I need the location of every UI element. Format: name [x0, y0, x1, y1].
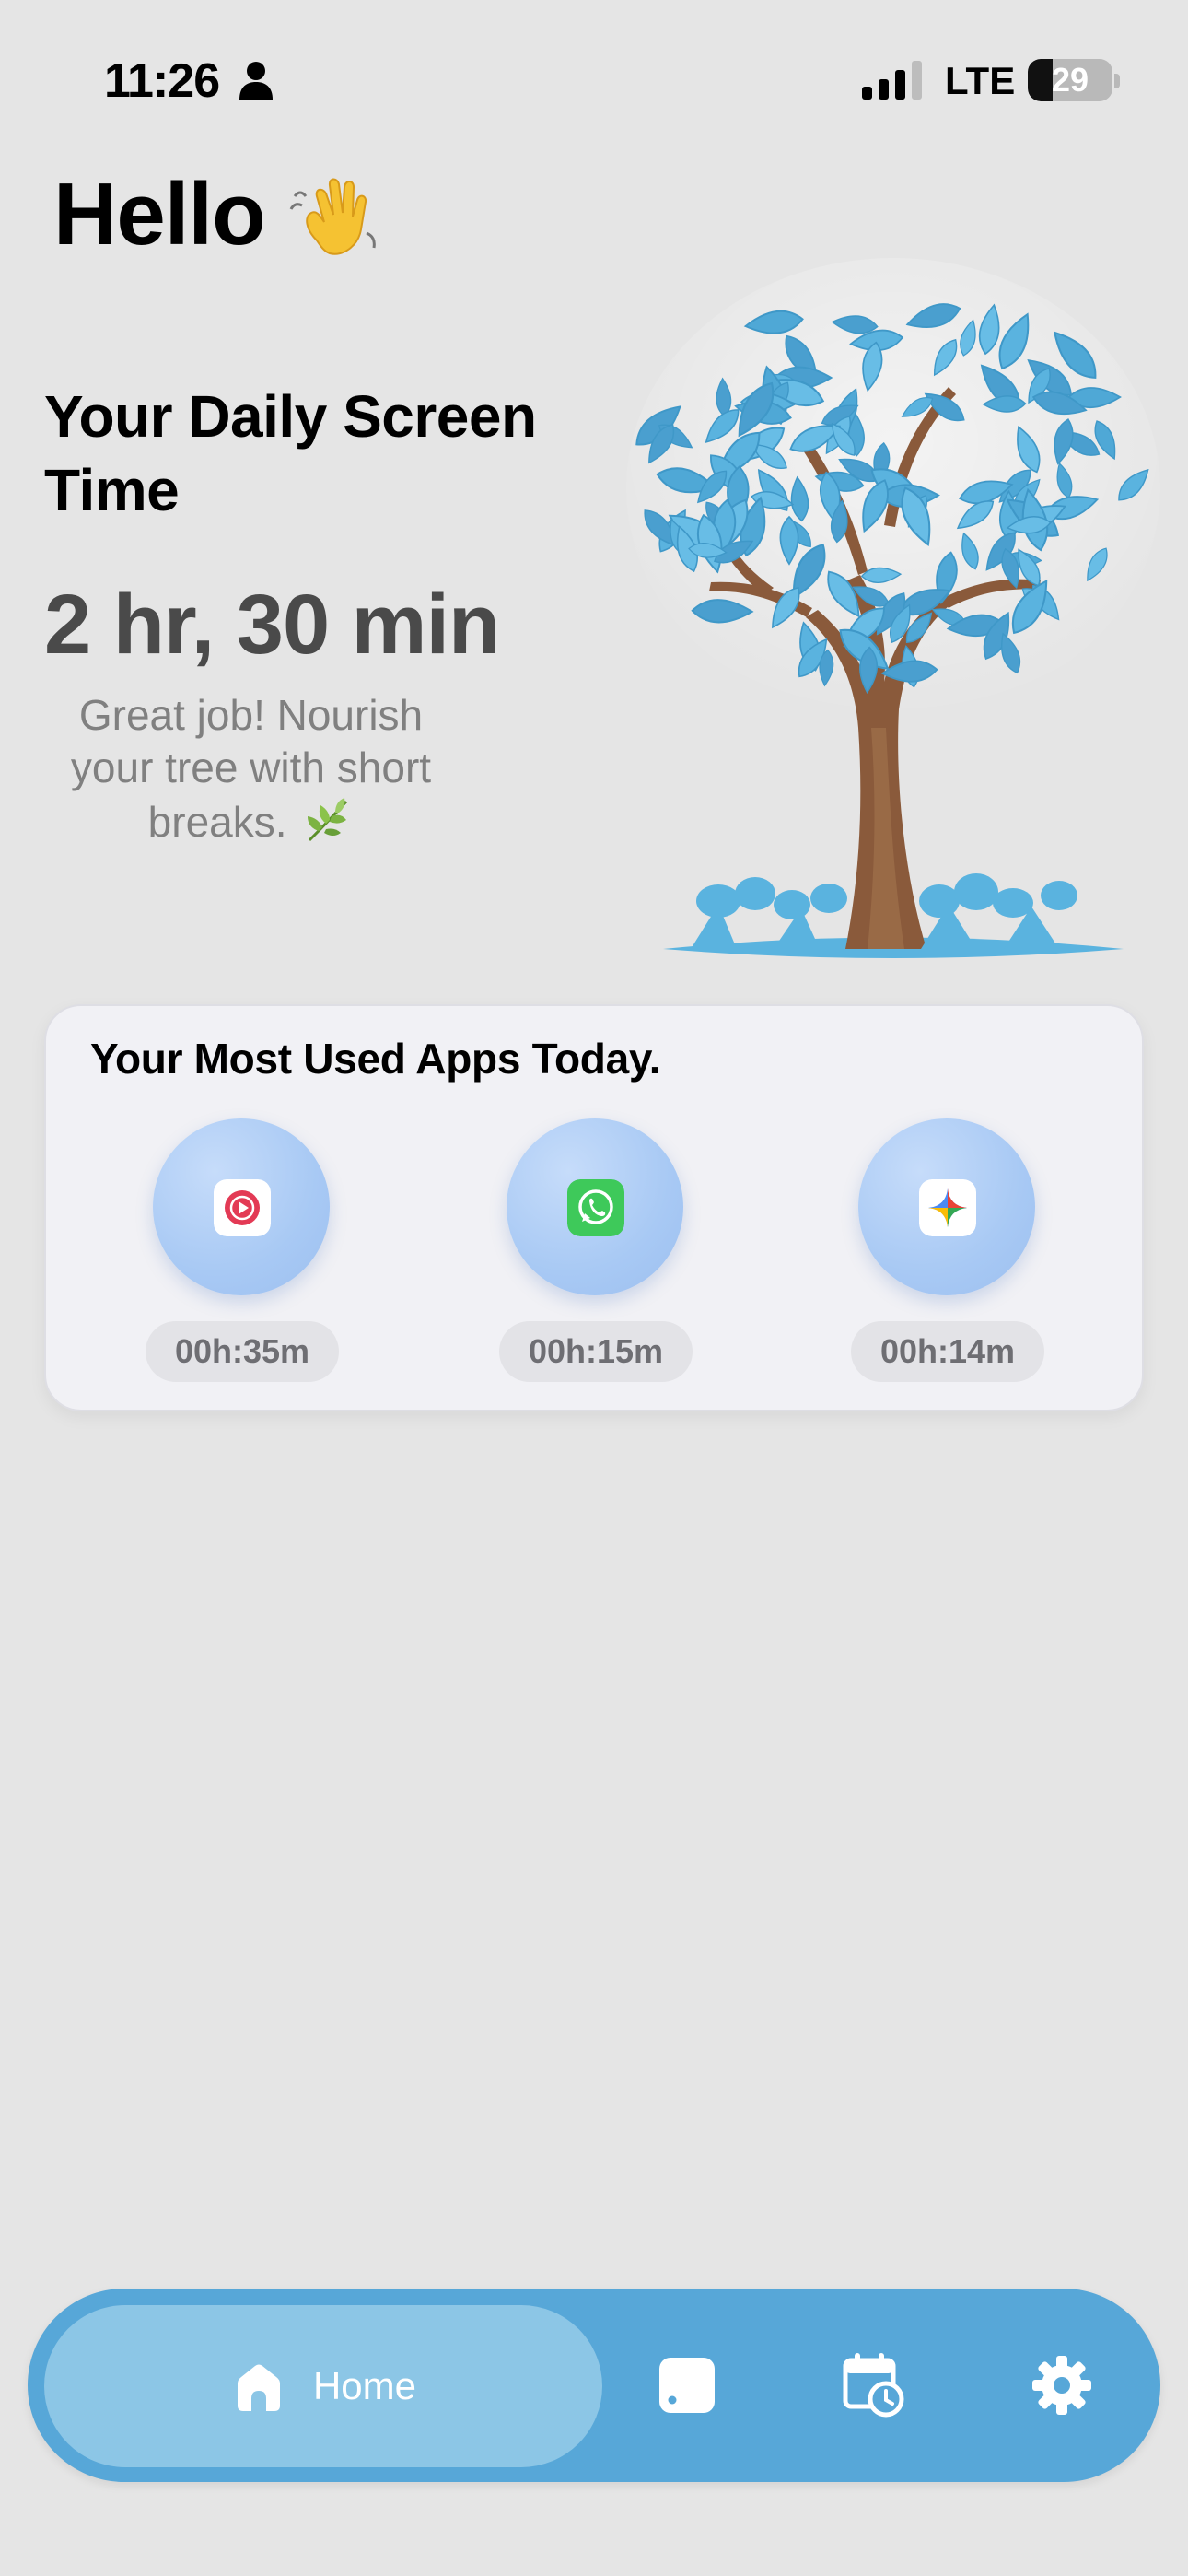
- tab-home-label: Home: [312, 2364, 417, 2407]
- card-icon[interactable]: [656, 2354, 718, 2417]
- cellular-signal-icon: [862, 61, 922, 100]
- app-usage-time: 00h:15m: [499, 1321, 693, 1382]
- gear-icon[interactable]: [1031, 2354, 1093, 2417]
- battery-icon: 29: [1028, 59, 1112, 101]
- person-icon: [239, 62, 273, 100]
- home-screen: 11:26 LTE 29 Hello Your Daily Screen Tim…: [0, 0, 1188, 2576]
- app-item-youtube-music[interactable]: 00h:35m: [146, 1118, 339, 1386]
- status-time: 11:26: [104, 54, 220, 108]
- encouragement-message: Great job! Nourish your tree with short …: [37, 689, 465, 849]
- encouragement-text: Great job! Nourish your tree with short …: [70, 691, 432, 846]
- app-icon-circle[interactable]: [153, 1118, 330, 1295]
- herb-leaf-icon: [308, 798, 348, 842]
- tree-illustration: [626, 258, 1160, 958]
- greeting: Hello: [53, 164, 381, 265]
- most-used-apps-card: Your Most Used Apps Today. 00h:35m 00h:1…: [44, 1004, 1144, 1411]
- app-icon-circle[interactable]: [507, 1118, 683, 1295]
- most-used-apps-title: Your Most Used Apps Today.: [90, 1035, 661, 1083]
- whatsapp-icon: [567, 1179, 624, 1236]
- calendar-clock-icon[interactable]: [840, 2351, 906, 2418]
- daily-screen-time-title: Your Daily Screen Time: [44, 383, 537, 523]
- app-icon-circle[interactable]: [858, 1118, 1035, 1295]
- greeting-text: Hello: [53, 165, 266, 263]
- battery-level: 29: [1051, 61, 1089, 99]
- app-item-whatsapp[interactable]: 00h:15m: [499, 1118, 693, 1386]
- network-type: LTE: [945, 59, 1016, 102]
- app-usage-time: 00h:14m: [851, 1321, 1044, 1382]
- app-item-gemini[interactable]: 00h:14m: [851, 1118, 1044, 1386]
- app-usage-time: 00h:35m: [146, 1321, 339, 1382]
- waving-hand-icon: [289, 178, 376, 255]
- tab-home[interactable]: Home: [44, 2305, 602, 2467]
- youtube-music-icon: [214, 1179, 271, 1236]
- tab-bar: Home: [28, 2289, 1160, 2482]
- status-bar: 11:26 LTE 29: [0, 0, 1188, 157]
- home-icon: [237, 2364, 280, 2411]
- screen-time-value: 2 hr, 30 min: [44, 578, 500, 672]
- gemini-icon: [919, 1179, 976, 1236]
- battery-cap: [1114, 74, 1120, 88]
